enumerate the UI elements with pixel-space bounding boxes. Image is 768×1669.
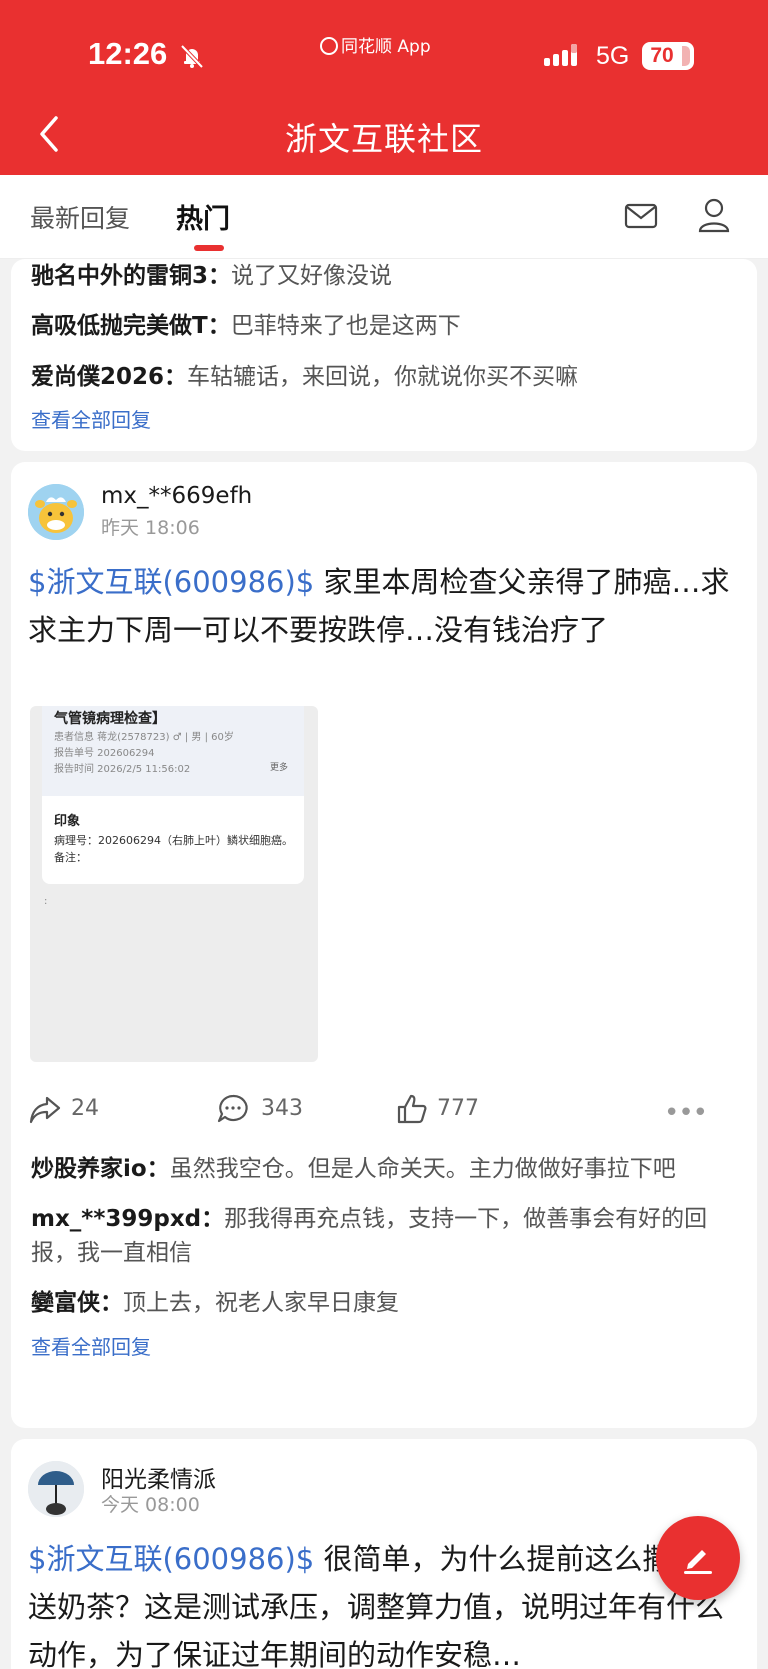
app-badge[interactable]: 同花顺 App	[320, 32, 431, 57]
post-image[interactable]: 气管镜病理检查】 患者信息 蒋龙(2578723) ♂ | 男 | 60岁 报告…	[30, 706, 318, 1062]
username[interactable]: mx_**669efh	[101, 483, 252, 509]
avatar[interactable]	[28, 484, 84, 540]
post-time: 今天 08:00	[101, 1494, 200, 1516]
post-card: mx_**669efh 昨天 18:06 $浙文互联(600986)$ 家里本周…	[11, 462, 757, 1428]
reply-item[interactable]: mx_**399pxd：那我得再充点钱，支持一下，做善事会有好的回报，我一直相信	[31, 1202, 737, 1270]
username[interactable]: 阳光柔情派	[101, 1460, 216, 1494]
report-number: 报告单号 202606294	[54, 748, 155, 759]
reply-user[interactable]: 爱尚僕2026：	[31, 364, 187, 390]
post-actions: 24 343 777 •••	[11, 1092, 757, 1132]
like-count[interactable]: 777	[437, 1096, 479, 1121]
reply-user[interactable]: 炒股养家io：	[31, 1156, 170, 1182]
reply-text: 巴菲特来了也是这两下	[230, 313, 461, 339]
tab-bar: 最新回复 热门	[0, 175, 768, 259]
report-time: 报告时间 2026/2/5 11:56:02	[54, 764, 191, 775]
stock-tag-link[interactable]: $浙文互联(600986)$	[28, 1542, 314, 1576]
view-all-replies-link[interactable]: 查看全部回复	[31, 404, 151, 433]
like-icon[interactable]	[395, 1092, 429, 1126]
reply-text: 虽然我空仓。但是人命关天。主力做做好事拉下吧	[169, 1156, 676, 1182]
mail-icon[interactable]	[624, 199, 658, 233]
reply-item[interactable]: 孌富侠：顶上去，祝老人家早日康复	[31, 1286, 737, 1320]
post-card-previous: 驰名中外的雷铜3：说了又好像没说 高吸低抛完美做T：巴菲特来了也是这两下 爱尚僕…	[11, 259, 757, 451]
battery-icon: 70	[642, 42, 694, 70]
stock-tag-link[interactable]: $浙文互联(600986)$	[28, 565, 314, 599]
app-badge-label: 同花顺 App	[341, 37, 431, 57]
tab-hot[interactable]: 热门	[176, 197, 230, 236]
page-title: 浙文互联社区	[284, 120, 483, 158]
edit-pencil-icon	[684, 1550, 712, 1574]
status-time: 12:26	[88, 36, 168, 71]
comment-icon[interactable]	[216, 1092, 250, 1126]
report-pathology: 病理号：202606294（右肺上叶）鳞状细胞癌。备注：	[54, 834, 293, 864]
post-time: 昨天 18:06	[101, 517, 200, 539]
reply-user[interactable]: 孌富侠：	[31, 1290, 123, 1316]
post-content[interactable]: $浙文互联(600986)$ 很简单，为什么提前这么撒红包送奶茶？这是测试承压，…	[28, 1535, 737, 1669]
umbrella-avatar-icon	[28, 1461, 84, 1517]
post-content[interactable]: $浙文互联(600986)$ 家里本周检查父亲得了肺癌…求求主力下周一可以不要按…	[28, 558, 737, 654]
more-options-icon[interactable]: •••	[664, 1098, 708, 1128]
compose-post-button[interactable]	[656, 1516, 740, 1600]
share-count[interactable]: 24	[71, 1096, 99, 1121]
reply-user[interactable]: mx_**399pxd：	[31, 1206, 224, 1232]
share-icon[interactable]	[28, 1092, 62, 1126]
view-all-replies-link[interactable]: 查看全部回复	[31, 1331, 151, 1360]
network-label: 5G	[596, 42, 630, 70]
bell-muted-icon	[180, 44, 204, 69]
comment-count[interactable]: 343	[261, 1096, 303, 1121]
reply-item[interactable]: 驰名中外的雷铜3：说了又好像没说	[31, 259, 737, 293]
signal-icon	[544, 44, 577, 66]
reply-item[interactable]: 高吸低抛完美做T：巴菲特来了也是这两下	[31, 309, 737, 343]
reply-user[interactable]: 高吸低抛完美做T：	[31, 313, 231, 339]
battery-level: 70	[650, 44, 674, 67]
reply-text: 车轱辘话，来回说，你就说你买不买嘛	[187, 364, 579, 390]
post-card: 阳光柔情派 今天 08:00 $浙文互联(600986)$ 很简单，为什么提前这…	[11, 1439, 757, 1669]
reply-item[interactable]: 爱尚僕2026：车轱辘话，来回说，你就说你买不买嘛	[31, 360, 737, 394]
report-impression-heading: 印象	[54, 814, 81, 829]
user-icon[interactable]	[696, 197, 732, 233]
report-title: 气管镜病理检查】	[54, 711, 166, 727]
app-logo-icon	[320, 37, 338, 55]
report-patient: 患者信息 蒋龙(2578723) ♂ | 男 | 60岁	[54, 732, 234, 743]
report-document: 气管镜病理检查】 患者信息 蒋龙(2578723) ♂ | 男 | 60岁 报告…	[42, 706, 304, 884]
reply-item[interactable]: 炒股养家io：虽然我空仓。但是人命关天。主力做做好事拉下吧	[31, 1152, 737, 1186]
report-colon: :	[44, 896, 48, 907]
app-header: 12:26 同花顺 App 5G 70 浙文互联社区	[0, 0, 768, 175]
cow-avatar-icon	[28, 484, 84, 540]
report-more: 更多	[270, 763, 289, 773]
reply-text: 说了又好像没说	[231, 263, 393, 289]
tab-latest-replies[interactable]: 最新回复	[30, 199, 130, 235]
active-tab-indicator	[194, 245, 224, 251]
reply-text: 顶上去，祝老人家早日康复	[123, 1290, 399, 1316]
avatar[interactable]	[28, 1461, 84, 1517]
reply-user[interactable]: 驰名中外的雷铜3：	[31, 263, 231, 289]
